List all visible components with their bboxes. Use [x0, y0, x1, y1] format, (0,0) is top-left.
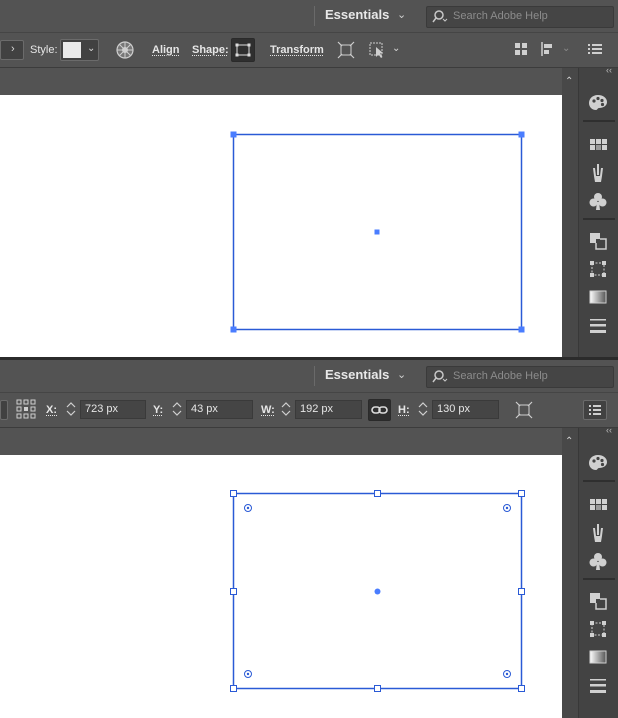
chevron-down-icon[interactable]: ⌄ — [562, 43, 570, 54]
color-palette-icon[interactable] — [587, 92, 609, 114]
gradient-icon[interactable] — [587, 646, 609, 668]
screenshot-before-selection-tool: Essentials ⌄ Search Adobe Help › Style: … — [0, 0, 618, 358]
chevron-up-icon[interactable]: ⌃ — [565, 436, 573, 447]
chevron-right-icon: › — [11, 43, 15, 55]
panel-menu-button[interactable] — [583, 400, 607, 420]
vertical-scrollbar[interactable]: ⌃ — [562, 68, 578, 358]
chevron-down-icon[interactable]: ⌄ — [397, 368, 406, 381]
panel-menu-icon[interactable] — [588, 43, 602, 55]
x-position-value: 723 px — [85, 403, 119, 415]
swatches-icon[interactable] — [587, 134, 609, 156]
transform-link[interactable]: Transform — [270, 44, 324, 56]
isolate-object-icon[interactable] — [337, 41, 355, 59]
workspace-switcher[interactable]: Essentials — [325, 7, 389, 22]
x-position-input[interactable]: 723 px — [80, 400, 146, 419]
artboard[interactable] — [0, 95, 562, 358]
expand-control-button[interactable]: › — [0, 40, 24, 60]
vertical-scrollbar[interactable]: ⌃ — [562, 428, 578, 718]
dock-separator — [583, 578, 615, 580]
color-palette-icon[interactable] — [587, 452, 609, 474]
style-label: Style: — [30, 44, 58, 56]
chevron-down-icon: ⌄ — [87, 43, 96, 54]
document-canvas[interactable]: ⌃ — [0, 428, 578, 718]
brushes-icon[interactable] — [587, 522, 609, 544]
pathfinder-icon[interactable] — [587, 230, 609, 252]
pathfinder-icon[interactable] — [587, 590, 609, 612]
collapse-icon[interactable]: ‹‹ — [606, 65, 612, 75]
symbols-icon[interactable] — [587, 550, 609, 572]
swatches-icon[interactable] — [587, 494, 609, 516]
align-menu-icon[interactable] — [540, 41, 556, 57]
pasteboard — [0, 428, 578, 455]
brushes-icon[interactable] — [587, 162, 609, 184]
transform-panel-icon[interactable] — [587, 618, 609, 640]
x-stepper-icon[interactable] — [65, 400, 77, 418]
chevron-down-icon[interactable]: ⌄ — [397, 8, 406, 21]
chevron-up-icon[interactable]: ⌃ — [565, 76, 573, 87]
collapse-icon[interactable]: ‹‹ — [606, 425, 612, 435]
control-bar: › Style: ⌄ Align Shape: Transform ⌄ ⌄ — [0, 33, 618, 68]
screenshot-after-selection-tool: Essentials ⌄ Search Adobe Help X: 723 px… — [0, 360, 618, 718]
workspace-divider — [314, 6, 315, 26]
reference-point-icon[interactable] — [16, 399, 36, 419]
stroke-icon[interactable] — [587, 674, 609, 696]
search-input[interactable]: Search Adobe Help — [426, 6, 614, 28]
stroke-icon[interactable] — [587, 314, 609, 336]
height-input[interactable]: 130 px — [432, 400, 499, 419]
dock-separator — [583, 120, 615, 122]
dock-separator — [583, 218, 615, 220]
artboard[interactable] — [0, 455, 562, 718]
shape-rectangle-icon — [235, 43, 251, 57]
graphic-style-swatch — [63, 42, 81, 58]
link-icon — [371, 406, 388, 414]
width-input[interactable]: 192 px — [295, 400, 362, 419]
control-bar: X: 723 px Y: 43 px W: 192 px H: 130 px — [0, 393, 618, 428]
height-value: 130 px — [437, 403, 471, 415]
isolate-object-icon[interactable] — [515, 401, 533, 419]
distribute-icon[interactable] — [514, 42, 528, 56]
pasteboard — [0, 68, 578, 95]
constrain-proportions-button[interactable] — [368, 399, 391, 421]
expand-control-button[interactable] — [0, 400, 8, 420]
select-similar-icon[interactable] — [368, 41, 386, 59]
search-icon — [432, 10, 448, 23]
search-placeholder: Search Adobe Help — [453, 370, 548, 382]
y-position-input[interactable]: 43 px — [186, 400, 253, 419]
document-canvas[interactable]: ⌃ — [0, 68, 578, 358]
shape-options-button[interactable] — [231, 38, 255, 62]
width-value: 192 px — [300, 403, 334, 415]
w-stepper-icon[interactable] — [280, 400, 292, 418]
workspace-switcher[interactable]: Essentials — [325, 367, 389, 382]
selected-rectangle[interactable] — [0, 95, 562, 358]
graphic-style-picker[interactable]: ⌄ — [60, 39, 99, 61]
symbols-icon[interactable] — [587, 190, 609, 212]
application-bar: Essentials ⌄ Search Adobe Help — [0, 360, 618, 393]
y-stepper-icon[interactable] — [171, 400, 183, 418]
align-link[interactable]: Align — [152, 44, 180, 56]
dock-separator — [583, 480, 615, 482]
selected-rectangle-with-bounding-box[interactable] — [0, 455, 562, 718]
recolor-artwork-icon[interactable] — [115, 40, 135, 60]
h-stepper-icon[interactable] — [417, 400, 429, 418]
panel-dock: ‹‹ — [578, 65, 618, 358]
x-label: X: — [46, 404, 57, 416]
h-label: H: — [398, 404, 410, 416]
transform-panel-icon[interactable] — [587, 258, 609, 280]
y-position-value: 43 px — [191, 403, 218, 415]
y-label: Y: — [153, 404, 164, 416]
search-input[interactable]: Search Adobe Help — [426, 366, 614, 388]
workspace-divider — [314, 366, 315, 386]
search-placeholder: Search Adobe Help — [453, 10, 548, 22]
panel-menu-icon — [589, 405, 601, 415]
shape-link[interactable]: Shape: — [192, 44, 229, 56]
application-bar: Essentials ⌄ Search Adobe Help — [0, 0, 618, 33]
chevron-down-icon[interactable]: ⌄ — [392, 43, 400, 54]
gradient-icon[interactable] — [587, 286, 609, 308]
search-icon — [432, 370, 448, 383]
w-label: W: — [261, 404, 275, 416]
panel-dock: ‹‹ — [578, 425, 618, 718]
